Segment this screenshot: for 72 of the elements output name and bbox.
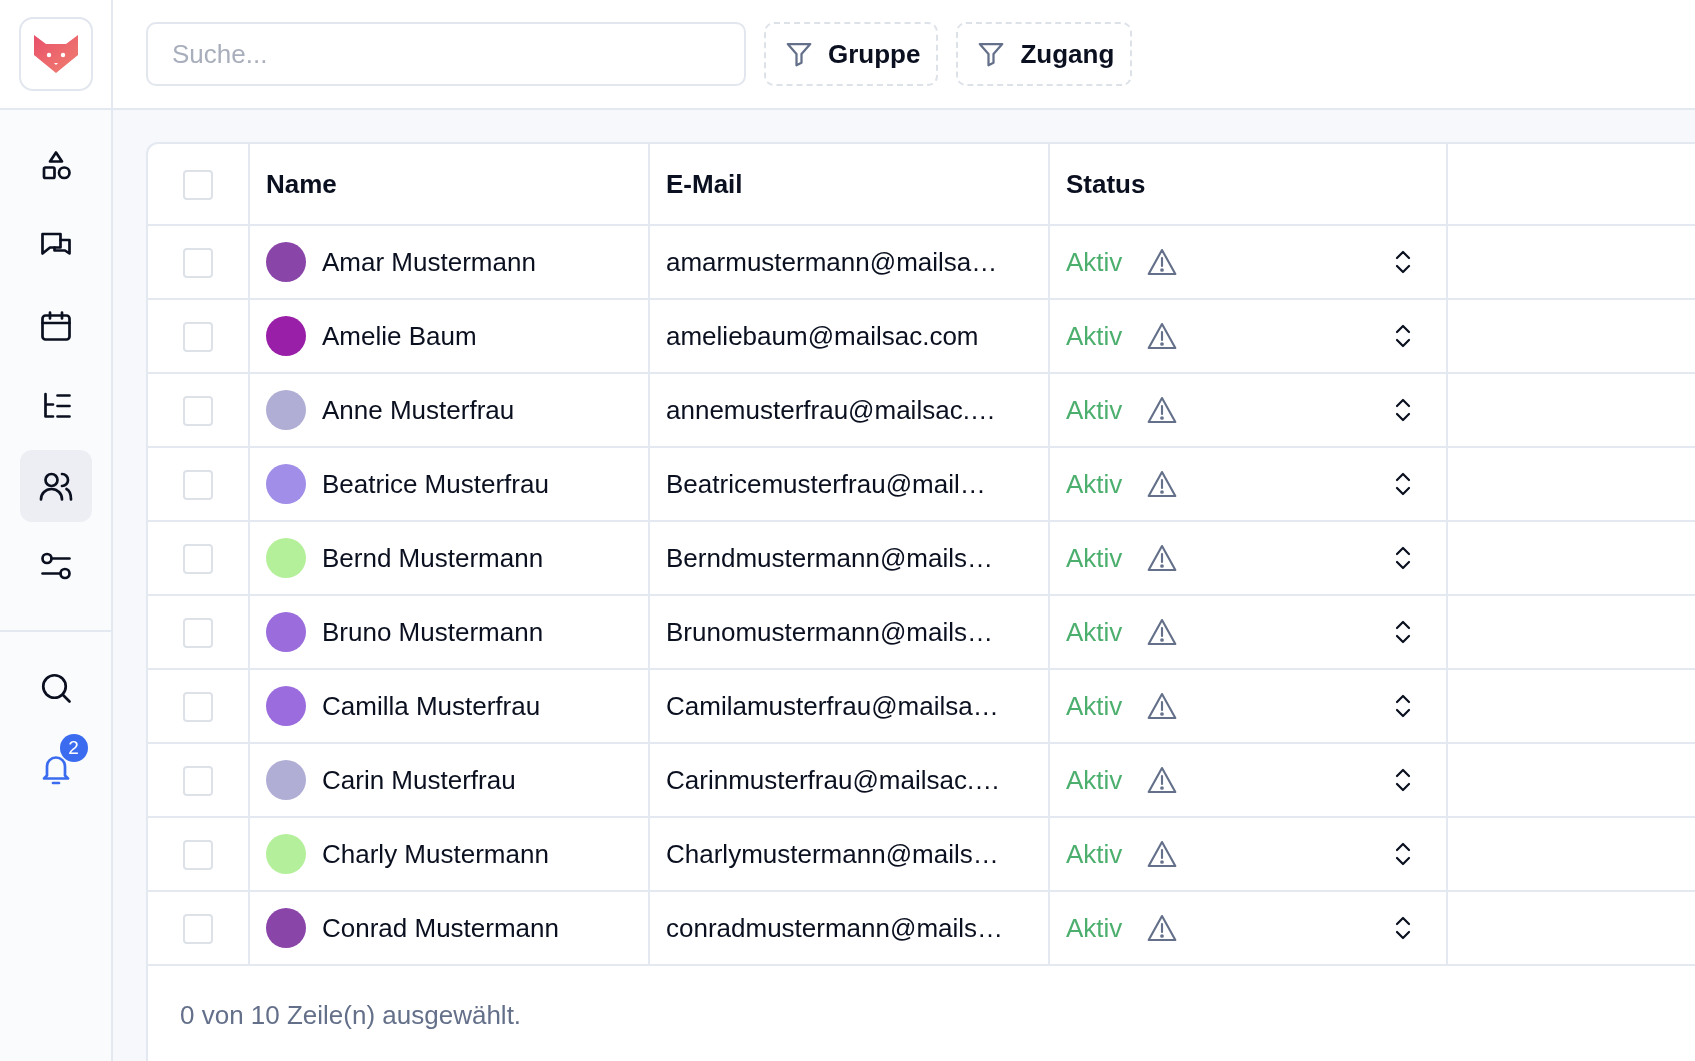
search-field[interactable]: Suche... (146, 22, 746, 86)
app-logo[interactable] (18, 17, 93, 91)
chevron-up-down-icon (1394, 767, 1412, 793)
column-header: Status (1066, 168, 1146, 199)
status-text: Aktiv (1066, 616, 1123, 648)
status-text: Aktiv (1066, 246, 1123, 278)
email-text: Carinmusterfrau@mailsac.… (666, 764, 1001, 795)
warning-icon (1146, 469, 1179, 499)
warning-icon (1146, 691, 1179, 721)
user-name: Charly Mustermann (322, 838, 549, 870)
chevron-up-down-icon (1394, 249, 1412, 275)
user-name: Amar Mustermann (322, 246, 536, 278)
user-name: Carin Musterfrau (322, 764, 516, 796)
status-text: Aktiv (1066, 394, 1123, 426)
selection-count: 0 von 10 Zeile(n) ausgewählt. (180, 1000, 522, 1030)
email-text: Charlymustermann@mails… (666, 838, 999, 869)
user-name: Camilla Musterfrau (322, 690, 541, 722)
notification-badge: 2 (59, 734, 88, 762)
checkbox[interactable] (183, 544, 213, 575)
checkbox[interactable] (183, 766, 213, 797)
filter-button[interactable]: Gruppe (764, 22, 939, 86)
warning-icon (1146, 543, 1179, 573)
checkbox[interactable] (183, 322, 213, 353)
checkbox[interactable] (183, 692, 213, 723)
warning-icon (1146, 765, 1179, 795)
email-text: Camilamusterfrau@mailsa… (666, 690, 999, 721)
checkbox[interactable] (183, 914, 213, 945)
chevron-up-down-icon (1394, 619, 1412, 645)
filter-button[interactable]: Zugang (956, 22, 1133, 86)
warning-icon (1146, 321, 1179, 351)
chevron-up-down-icon (1394, 915, 1412, 941)
column-header: E-Mail (666, 168, 743, 199)
email-text: annemusterfrau@mailsac.… (666, 394, 996, 425)
user-name: Bernd Mustermann (322, 542, 544, 574)
checkbox[interactable] (183, 170, 213, 201)
user-name: Conrad Mustermann (322, 912, 559, 944)
checkbox[interactable] (183, 618, 213, 649)
user-name: Anne Musterfrau (322, 394, 515, 426)
nav-button[interactable] (19, 450, 92, 522)
email-text: amarmustermann@mailsa… (666, 246, 998, 277)
status-text: Aktiv (1066, 838, 1123, 870)
email-text: Brunomustermann@mails… (666, 616, 993, 647)
checkbox[interactable] (183, 396, 213, 427)
column-header: Name (266, 168, 337, 199)
status-text: Aktiv (1066, 542, 1123, 574)
notifications-button[interactable]: 2 (19, 732, 92, 804)
chevron-up-down-icon (1394, 323, 1412, 349)
warning-icon (1146, 913, 1179, 943)
warning-icon (1146, 617, 1179, 647)
checkbox[interactable] (183, 248, 213, 279)
chevron-up-down-icon (1394, 841, 1412, 867)
warning-icon (1146, 395, 1179, 425)
chevron-up-down-icon (1394, 545, 1412, 571)
user-name: Amelie Baum (322, 320, 477, 352)
chevron-up-down-icon (1394, 471, 1412, 497)
email-text: conradmustermann@mails… (666, 912, 1004, 943)
email-text: Beatricemusterfrau@mail… (666, 468, 986, 499)
user-name: Bruno Mustermann (322, 616, 544, 648)
chevron-up-down-icon (1394, 693, 1412, 719)
status-text: Aktiv (1066, 764, 1123, 796)
checkbox[interactable] (183, 840, 213, 871)
status-text: Aktiv (1066, 320, 1123, 352)
email-text: ameliebaum@mailsac.com (666, 320, 979, 351)
status-text: Aktiv (1066, 912, 1123, 944)
chevron-up-down-icon (1394, 397, 1412, 423)
status-text: Aktiv (1066, 468, 1123, 500)
status-text: Aktiv (1066, 690, 1123, 722)
email-text: Berndmustermann@mails… (666, 542, 993, 573)
user-name: Beatrice Musterfrau (322, 468, 549, 500)
warning-icon (1146, 839, 1179, 869)
warning-icon (1146, 247, 1179, 277)
checkbox[interactable] (183, 470, 213, 501)
